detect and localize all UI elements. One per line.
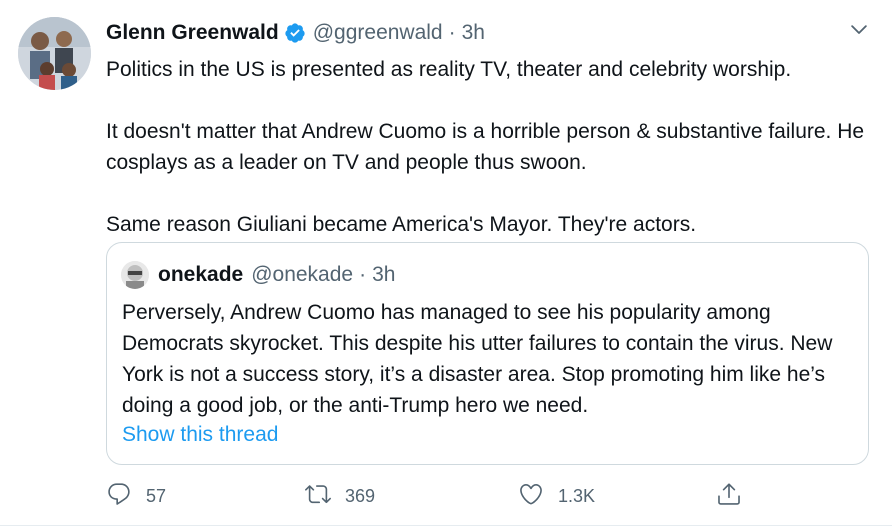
quoted-author-avatar <box>121 261 149 289</box>
quoted-tweet-header: onekade @onekade · 3h <box>121 260 395 290</box>
reply-button[interactable]: 57 <box>106 481 166 512</box>
share-button[interactable] <box>716 481 742 512</box>
divider <box>0 525 892 526</box>
like-count: 1.3K <box>558 486 596 506</box>
chevron-down-icon[interactable] <box>848 18 870 40</box>
tweet-timestamp[interactable]: 3h <box>462 21 485 45</box>
quoted-author-name: onekade <box>158 263 244 286</box>
reply-icon <box>106 481 132 512</box>
share-icon <box>716 481 742 512</box>
show-thread-link[interactable]: Show this thread <box>122 423 278 447</box>
author-handle[interactable]: @ggreenwald <box>313 21 443 45</box>
quoted-tweet-timestamp: 3h <box>372 263 396 286</box>
reply-count: 57 <box>146 486 167 506</box>
like-icon <box>518 481 544 512</box>
tweet-actions: 57 369 1.3K <box>106 481 756 513</box>
tweet-card[interactable]: Glenn Greenwald @ggreenwald · 3h Politic… <box>0 0 892 529</box>
quoted-tweet[interactable]: onekade @onekade · 3h Perversely, Andrew… <box>106 242 869 465</box>
retweet-count: 369 <box>345 486 376 506</box>
like-button[interactable]: 1.3K <box>518 481 595 512</box>
quoted-tweet-text: Perversely, Andrew Cuomo has managed to … <box>122 301 833 417</box>
quoted-author-handle: @onekade <box>251 263 354 286</box>
tweet-header: Glenn Greenwald @ggreenwald · 3h <box>106 18 485 48</box>
author-avatar[interactable] <box>18 17 91 90</box>
tweet-text: Politics in the US is presented as reali… <box>106 58 865 236</box>
verified-badge-icon <box>284 22 306 44</box>
retweet-icon <box>305 481 331 512</box>
quoted-header-separator: · <box>359 263 367 286</box>
author-name[interactable]: Glenn Greenwald <box>106 21 279 45</box>
retweet-button[interactable]: 369 <box>305 481 375 512</box>
header-separator: · <box>448 21 456 44</box>
